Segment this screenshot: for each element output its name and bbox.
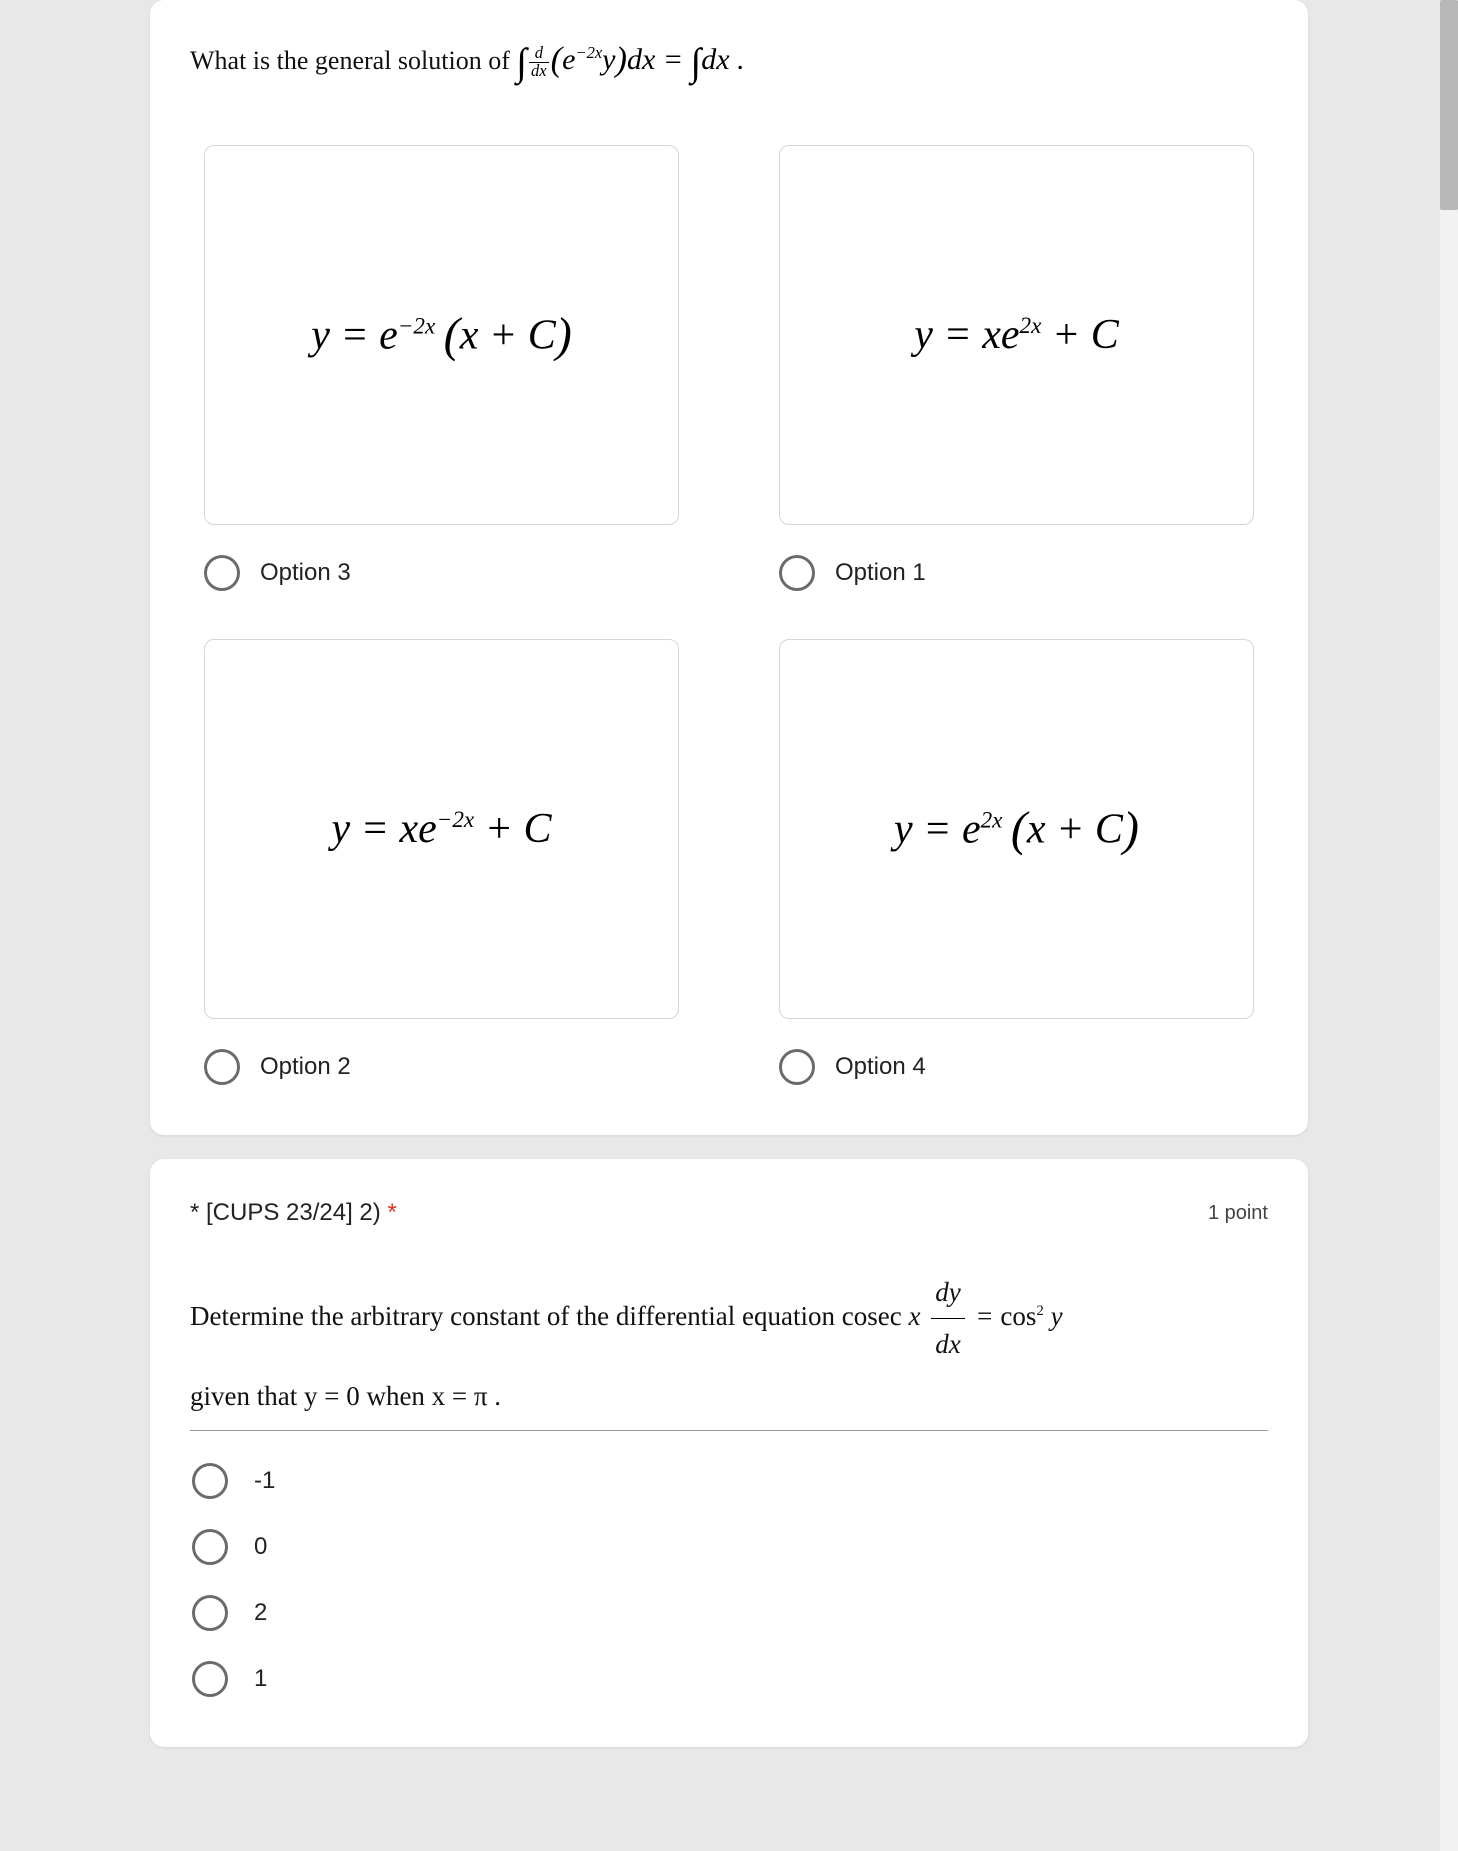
required-asterisk: * xyxy=(387,1199,396,1226)
q2-body: Determine the arbitrary constant of the … xyxy=(190,1267,1268,1431)
answer-text-0: -1 xyxy=(254,1467,275,1495)
option-2-radio-row[interactable]: Option 2 xyxy=(204,1049,679,1085)
option-3-label: Option 3 xyxy=(260,559,351,587)
answer-text-1: 0 xyxy=(254,1533,267,1561)
option-3-formula: y = e−2x (x + C) xyxy=(311,308,572,363)
option-card-2[interactable]: y = xe−2x + C xyxy=(204,639,679,1019)
question-card-2: * [CUPS 23/24] 2) * 1 point Determine th… xyxy=(150,1159,1308,1747)
answer-row-3[interactable]: 1 xyxy=(192,1661,1268,1697)
radio-icon[interactable] xyxy=(192,1661,228,1697)
option-4-formula: y = e2x (x + C) xyxy=(894,802,1139,857)
option-1-radio-row[interactable]: Option 1 xyxy=(779,555,1254,591)
radio-icon[interactable] xyxy=(779,555,815,591)
scrollbar-thumb[interactable] xyxy=(1440,0,1458,210)
option-card-1[interactable]: y = xe2x + C xyxy=(779,145,1254,525)
q2-title: * [CUPS 23/24] 2) * xyxy=(190,1199,397,1227)
option-2-label: Option 2 xyxy=(260,1053,351,1081)
q2-title-text: * [CUPS 23/24] 2) xyxy=(190,1199,387,1226)
option-1-label: Option 1 xyxy=(835,559,926,587)
radio-icon[interactable] xyxy=(779,1049,815,1085)
option-card-4[interactable]: y = e2x (x + C) xyxy=(779,639,1254,1019)
question-card-1: What is the general solution of ∫ddx(e−2… xyxy=(150,0,1308,1135)
answer-text-3: 1 xyxy=(254,1665,267,1693)
answer-row-2[interactable]: 2 xyxy=(192,1595,1268,1631)
q2-body-part2: given that y = 0 when x = π . xyxy=(190,1381,501,1411)
option-4-label: Option 4 xyxy=(835,1053,926,1081)
radio-icon[interactable] xyxy=(192,1529,228,1565)
radio-icon[interactable] xyxy=(192,1463,228,1499)
answer-text-2: 2 xyxy=(254,1599,267,1627)
radio-icon[interactable] xyxy=(204,555,240,591)
scrollbar-track[interactable] xyxy=(1440,0,1458,1851)
radio-icon[interactable] xyxy=(192,1595,228,1631)
answer-row-0[interactable]: -1 xyxy=(192,1463,1268,1499)
option-4-radio-row[interactable]: Option 4 xyxy=(779,1049,1254,1085)
option-card-3[interactable]: y = e−2x (x + C) xyxy=(204,145,679,525)
radio-icon[interactable] xyxy=(204,1049,240,1085)
q1-prompt-text: What is the general solution of xyxy=(190,46,516,75)
q2-points: 1 point xyxy=(1208,1202,1268,1225)
answer-row-1[interactable]: 0 xyxy=(192,1529,1268,1565)
option-1-formula: y = xe2x + C xyxy=(914,311,1118,359)
q2-body-part1: Determine the arbitrary constant of the … xyxy=(190,1301,908,1331)
option-2-formula: y = xe−2x + C xyxy=(331,805,551,853)
q1-prompt: What is the general solution of ∫ddx(e−2… xyxy=(190,40,1268,85)
option-3-radio-row[interactable]: Option 3 xyxy=(204,555,679,591)
